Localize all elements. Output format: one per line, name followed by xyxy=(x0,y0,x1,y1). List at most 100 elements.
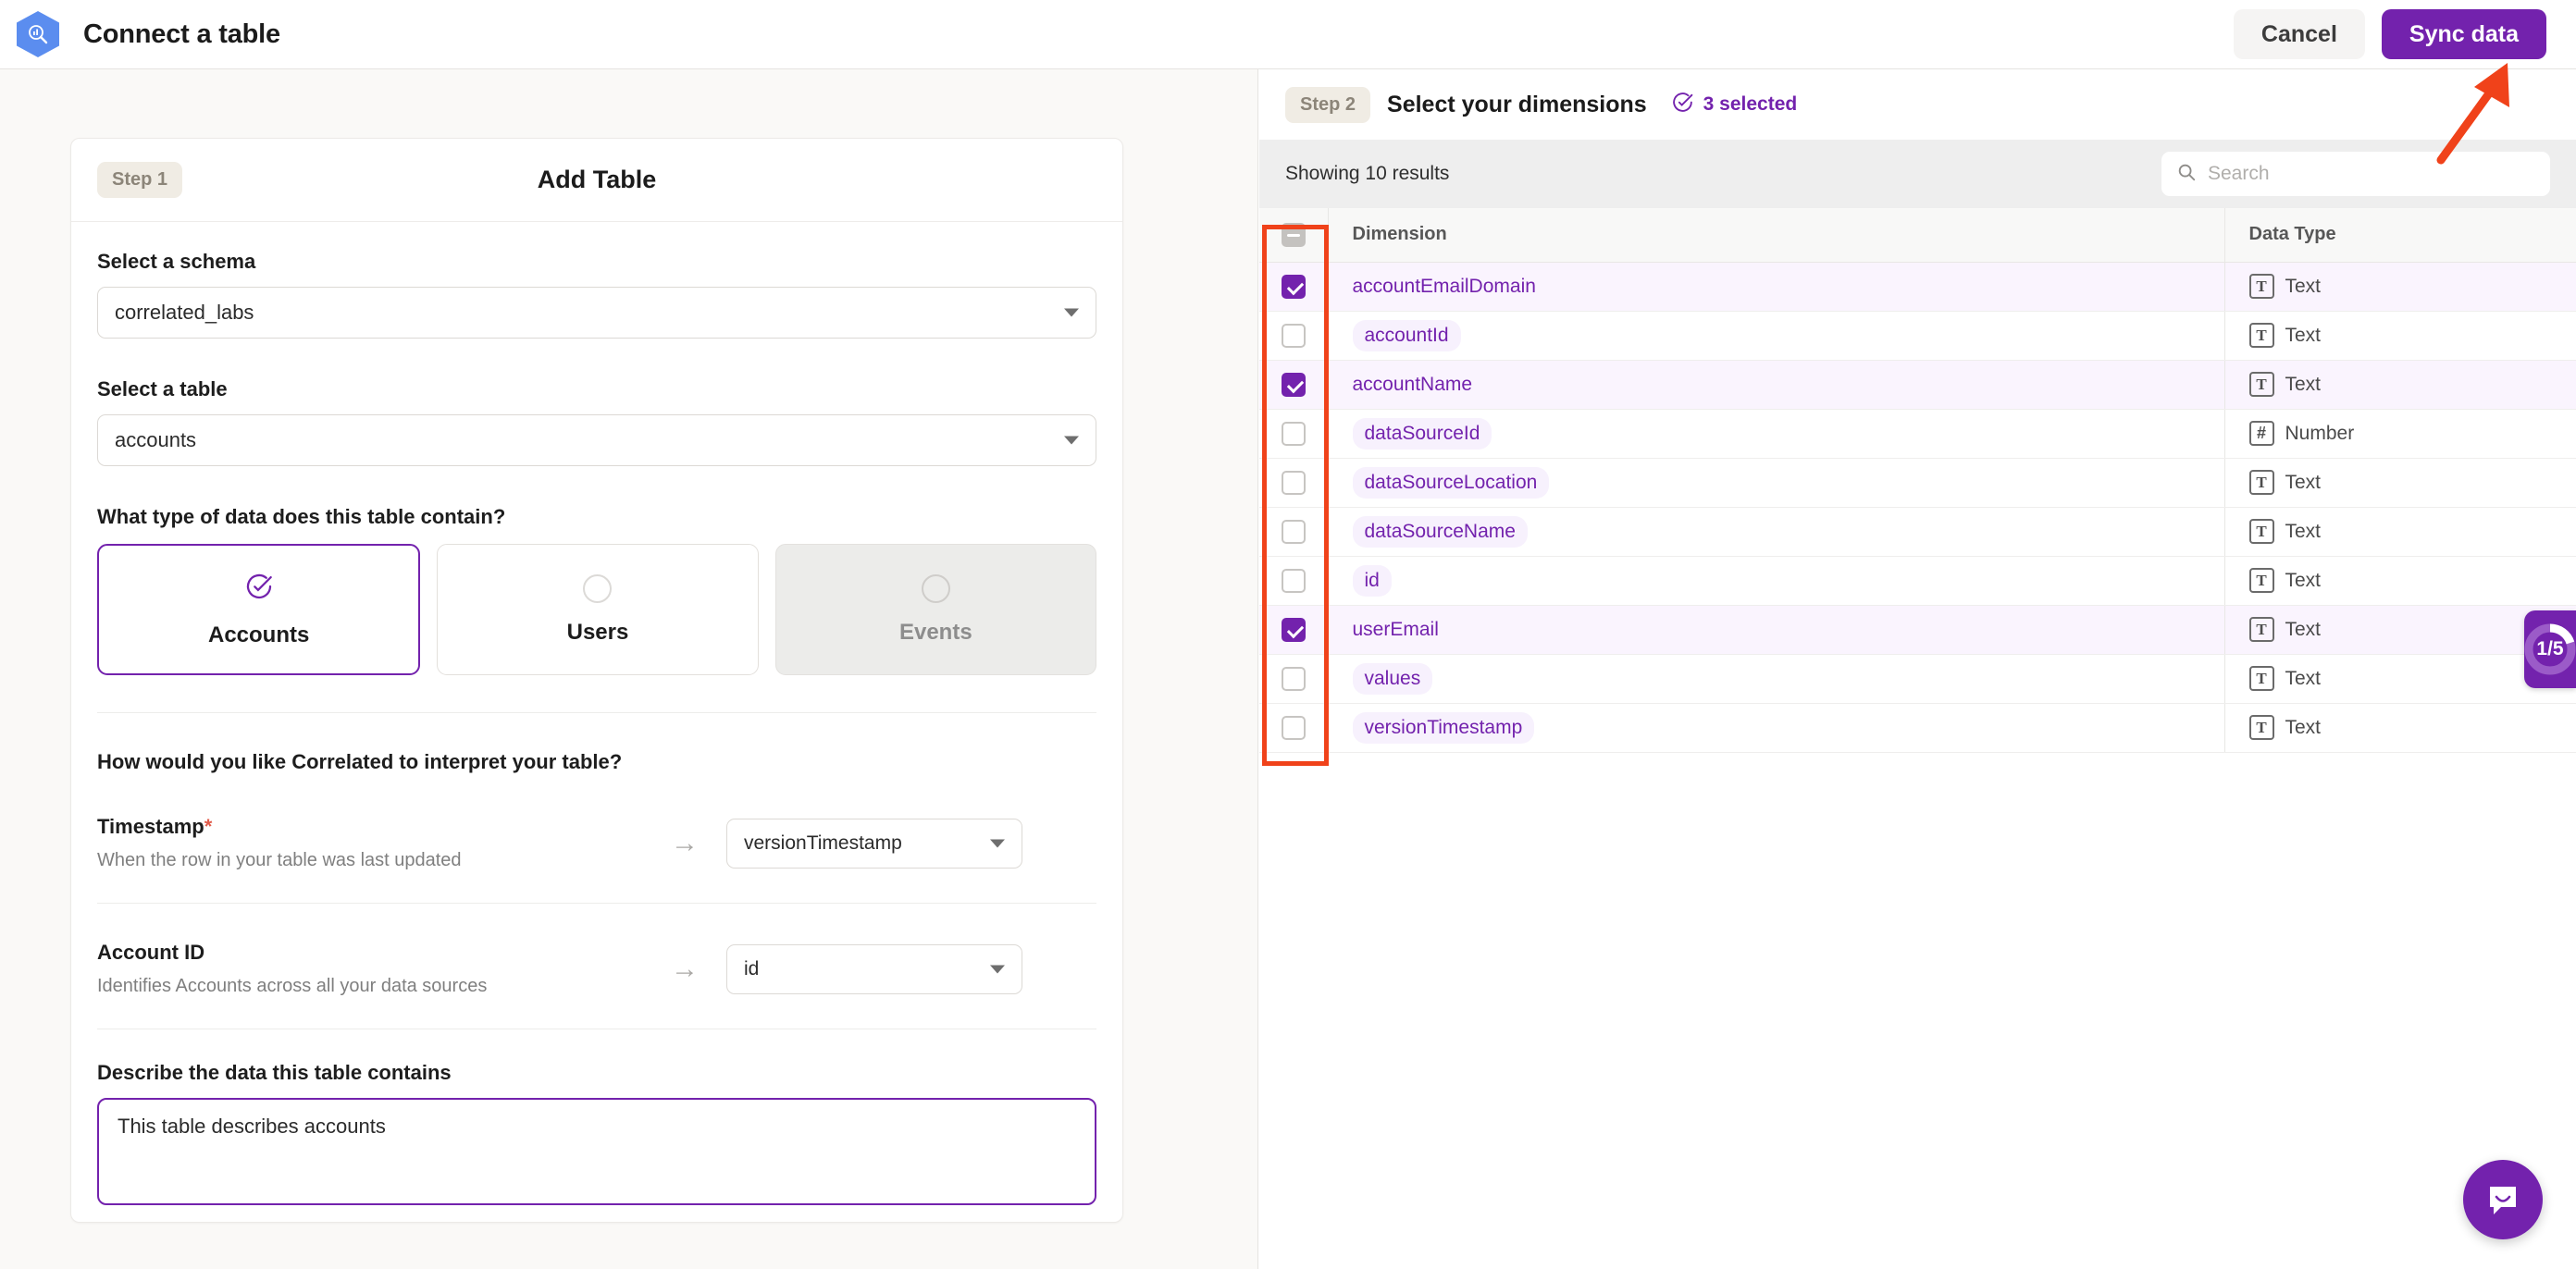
data-type-label: Text xyxy=(2285,520,2322,542)
selected-count: 3 selected xyxy=(1671,91,1798,118)
divider xyxy=(97,903,1096,904)
row-checkbox[interactable] xyxy=(1281,323,1306,348)
header-actions: Cancel Sync data xyxy=(2233,9,2546,59)
search-icon xyxy=(2176,162,2197,187)
correlated-hexagon-logo-icon[interactable] xyxy=(17,11,59,57)
data-type-cell: T Text xyxy=(2223,262,2576,312)
dimension-name: versionTimestamp xyxy=(1352,711,1535,744)
timestamp-column-value: versionTimestamp xyxy=(744,832,902,854)
add-table-panel: Step 1 Add Table Select a schema correla… xyxy=(0,69,1258,1269)
search-box[interactable] xyxy=(2161,152,2550,196)
table-row[interactable]: accountName T Text xyxy=(1259,360,2576,410)
dimension-cell: dataSourceLocation xyxy=(1327,458,2224,508)
row-checkbox[interactable] xyxy=(1281,519,1306,544)
mapping-description: When the row in your table was last upda… xyxy=(97,850,462,870)
schema-select[interactable]: correlated_labs xyxy=(97,287,1096,339)
table-label: Select a table xyxy=(97,377,228,400)
data-type-cell: T Text xyxy=(2223,311,2576,361)
table-row[interactable]: accountId T Text xyxy=(1259,311,2576,361)
text-type-icon: T xyxy=(2248,323,2274,348)
table-row[interactable]: id T Text xyxy=(1259,556,2576,606)
data-type-options: Accounts Users Events xyxy=(97,544,1096,675)
schema-label: Select a schema xyxy=(97,250,256,273)
search-input[interactable] xyxy=(2208,163,2535,185)
row-checkbox[interactable] xyxy=(1281,274,1306,299)
mapping-info: Account ID Identifies Accounts across al… xyxy=(97,941,643,997)
row-checkbox-cell[interactable] xyxy=(1259,703,1328,753)
row-checkbox[interactable] xyxy=(1281,715,1306,740)
text-type-icon: T xyxy=(2248,274,2274,299)
table-row[interactable]: dataSourceId # Number xyxy=(1259,409,2576,459)
dimension-cell: accountEmailDomain xyxy=(1327,262,2224,312)
row-checkbox[interactable] xyxy=(1281,617,1306,642)
row-checkbox[interactable] xyxy=(1281,470,1306,495)
page-title: Connect a table xyxy=(83,18,280,49)
describe-textarea[interactable]: This table describes accounts xyxy=(97,1098,1096,1205)
dimensions-panel: Step 2 Select your dimensions 3 selected… xyxy=(1259,69,2576,1269)
dimensions-header: Step 2 Select your dimensions 3 selected xyxy=(1259,69,2576,140)
check-circle-icon xyxy=(244,572,274,606)
table-row[interactable]: values T Text xyxy=(1259,654,2576,704)
row-checkbox[interactable] xyxy=(1281,666,1306,691)
dimension-name: dataSourceId xyxy=(1352,417,1492,450)
dimension-cell: versionTimestamp xyxy=(1327,703,2224,753)
add-table-card-header: Step 1 Add Table xyxy=(71,139,1122,222)
table-select[interactable]: accounts xyxy=(97,414,1096,466)
row-checkbox-cell[interactable] xyxy=(1259,654,1328,704)
progress-ring: 1/5 xyxy=(2521,621,2576,678)
data-type-cell: T Text xyxy=(2223,703,2576,753)
mapping-info: Timestamp* When the row in your table wa… xyxy=(97,815,643,871)
row-checkbox-cell[interactable] xyxy=(1259,458,1328,508)
mapping-row-account-id: Account ID Identifies Accounts across al… xyxy=(97,941,1096,997)
text-type-icon: T xyxy=(2248,666,2274,691)
onboarding-progress-widget[interactable]: 1/5 xyxy=(2524,610,2576,688)
text-type-icon: T xyxy=(2248,568,2274,593)
row-checkbox-cell[interactable] xyxy=(1259,311,1328,361)
table-row[interactable]: versionTimestamp T Text xyxy=(1259,703,2576,753)
selected-count-label: 3 selected xyxy=(1703,93,1798,115)
row-checkbox[interactable] xyxy=(1281,421,1306,446)
data-type-card-accounts[interactable]: Accounts xyxy=(97,544,421,675)
dimension-cell: dataSourceId xyxy=(1327,409,2224,459)
chat-smile-icon[interactable] xyxy=(2463,1160,2543,1239)
row-checkbox-cell[interactable] xyxy=(1259,409,1328,459)
text-type-icon: T xyxy=(2248,715,2274,740)
account-id-column-select[interactable]: id xyxy=(726,943,1022,994)
data-type-label: Text xyxy=(2285,275,2322,297)
dimension-name: accountEmailDomain xyxy=(1352,275,1536,297)
data-type-cell: T Text xyxy=(2223,556,2576,606)
dimension-column-header: Dimension xyxy=(1327,208,2224,263)
row-checkbox-cell[interactable] xyxy=(1259,262,1328,312)
text-type-icon: T xyxy=(2248,470,2274,495)
row-checkbox[interactable] xyxy=(1281,568,1306,593)
data-type-card-users[interactable]: Users xyxy=(437,544,759,675)
chevron-down-icon xyxy=(1064,308,1079,317)
step-2-badge: Step 2 xyxy=(1285,86,1371,123)
table-row[interactable]: dataSourceLocation T Text xyxy=(1259,458,2576,508)
select-all-checkbox[interactable] xyxy=(1281,222,1306,247)
cancel-button[interactable]: Cancel xyxy=(2233,9,2365,59)
table-row[interactable]: dataSourceName T Text xyxy=(1259,507,2576,557)
circle-empty-icon xyxy=(583,573,613,603)
data-type-cell: T Text xyxy=(2223,507,2576,557)
row-checkbox-cell[interactable] xyxy=(1259,360,1328,410)
dimension-cell: id xyxy=(1327,556,2224,606)
dimensions-table: Dimension Data Type accountEmailDomain T… xyxy=(1259,208,2576,753)
divider xyxy=(97,712,1096,713)
data-type-label: Text xyxy=(2285,667,2322,689)
data-type-label: Number xyxy=(2285,422,2355,444)
add-table-title: Add Table xyxy=(537,166,657,193)
timestamp-column-select[interactable]: versionTimestamp xyxy=(726,818,1022,869)
row-checkbox-cell[interactable] xyxy=(1259,507,1328,557)
sync-data-button[interactable]: Sync data xyxy=(2381,9,2546,59)
data-type-card-events: Events xyxy=(774,544,1096,675)
row-checkbox-cell[interactable] xyxy=(1259,556,1328,606)
data-type-label: Text xyxy=(2285,716,2322,738)
row-checkbox[interactable] xyxy=(1281,372,1306,397)
table-row[interactable]: userEmail T Text xyxy=(1259,605,2576,655)
data-type-cell: T Text xyxy=(2223,458,2576,508)
account-id-column-value: id xyxy=(744,957,760,979)
row-checkbox-cell[interactable] xyxy=(1259,605,1328,655)
table-row[interactable]: accountEmailDomain T Text xyxy=(1259,262,2576,312)
check-circle-icon xyxy=(1671,91,1694,118)
